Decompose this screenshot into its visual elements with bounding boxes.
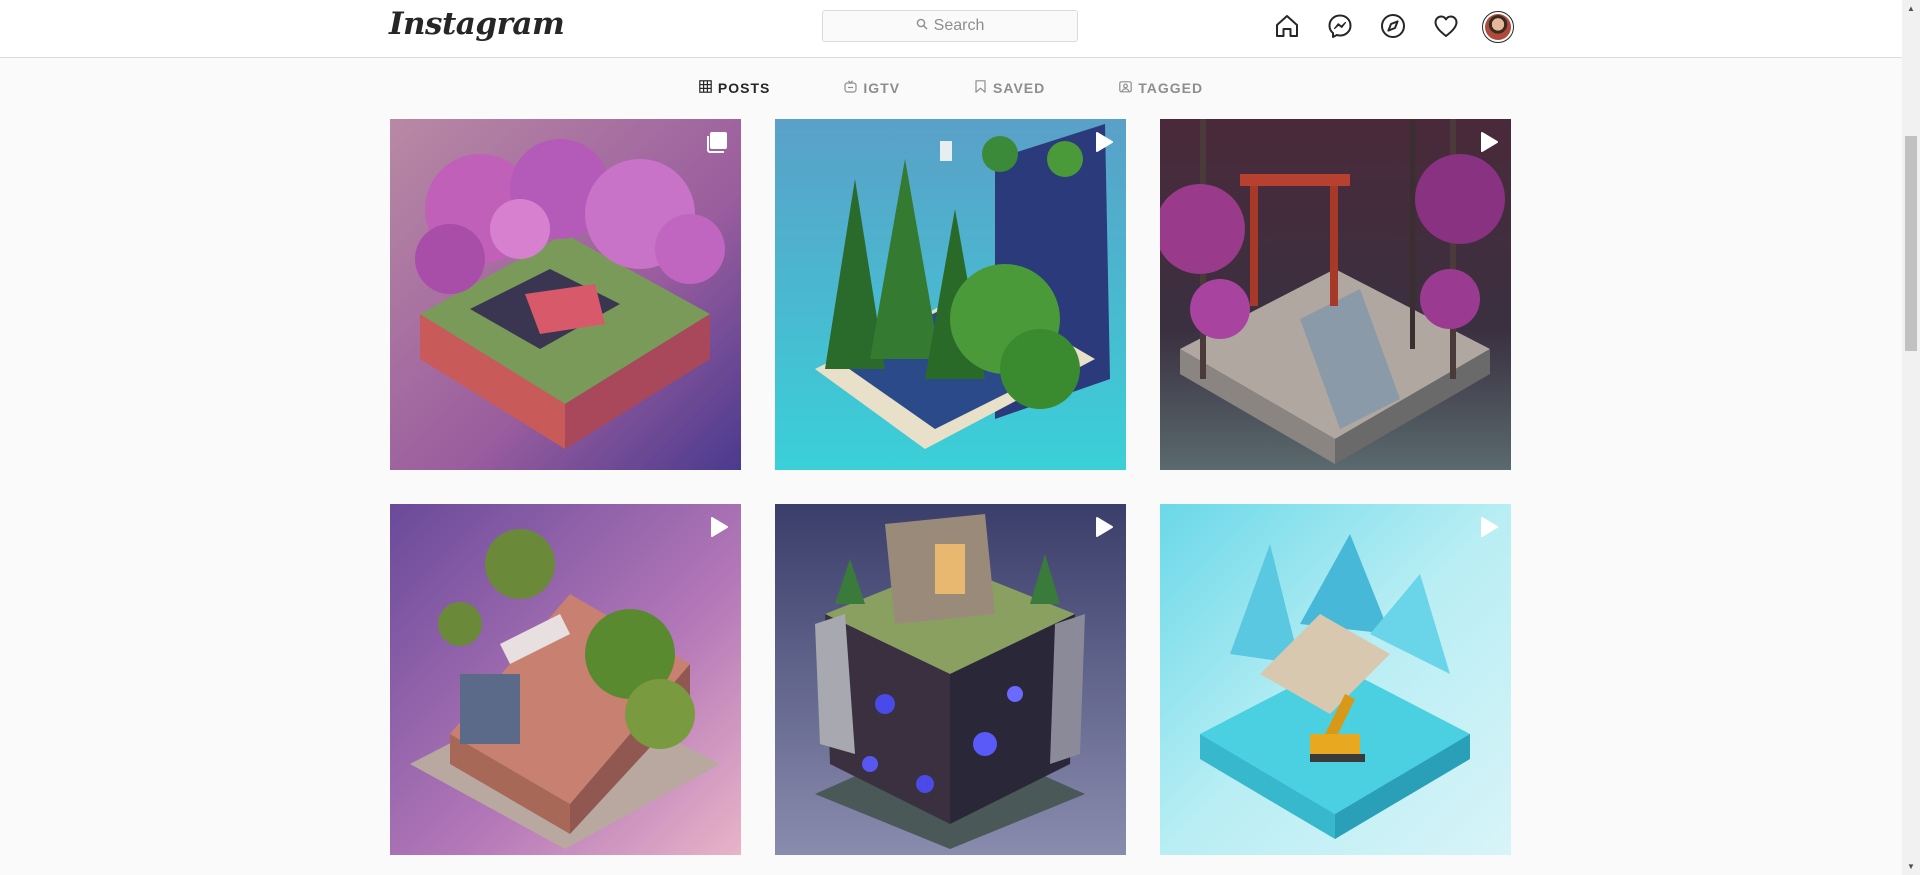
post-image [390,504,741,855]
posts-grid [390,119,1511,855]
post-image [775,119,1126,470]
explore-icon[interactable] [1378,11,1408,41]
tab-saved-label: SAVED [993,80,1046,96]
tab-tagged[interactable]: TAGGED [1119,78,1203,98]
instagram-logo[interactable]: Instagram [389,6,565,42]
post-thumbnail[interactable] [1160,504,1511,855]
post-thumbnail[interactable] [390,504,741,855]
post-image [1160,119,1511,470]
post-thumbnail[interactable] [775,119,1126,470]
play-icon [706,515,730,539]
tag-icon [1119,80,1133,96]
play-icon [1476,130,1500,154]
play-icon [1476,515,1500,539]
search-icon [916,17,928,35]
page-scrollbar[interactable]: ▲ ▼ [1902,0,1920,875]
search-placeholder: Search [933,17,985,34]
igtv-icon [844,80,857,96]
bookmark-icon [974,80,987,96]
search-input[interactable]: Search [822,10,1078,42]
carousel-icon [706,130,730,154]
tab-posts-label: POSTS [717,80,771,96]
post-image [1160,504,1511,855]
post-thumbnail[interactable] [775,504,1126,855]
tab-tagged-label: TAGGED [1138,80,1204,96]
grid-icon [699,80,712,96]
tab-posts[interactable]: POSTS [699,78,770,98]
tab-saved[interactable]: SAVED [974,78,1045,98]
scroll-up-arrow-icon[interactable]: ▲ [1902,0,1920,17]
nav-icons [1272,11,1514,43]
post-thumbnail[interactable] [1160,119,1511,470]
profile-avatar[interactable] [1482,11,1514,43]
scroll-down-arrow-icon[interactable]: ▼ [1902,858,1920,875]
post-image [390,119,741,470]
tab-igtv-label: IGTV [863,80,901,96]
top-navigation-bar: Instagram Search [0,0,1902,58]
post-image [775,504,1126,855]
profile-tabs: POSTS IGTV SAVED TAGGED [0,78,1902,98]
tab-igtv[interactable]: IGTV [844,78,900,98]
post-thumbnail[interactable] [390,119,741,470]
play-icon [1091,515,1115,539]
activity-heart-icon[interactable] [1431,11,1461,41]
play-icon [1091,130,1115,154]
avatar-image [1485,14,1511,40]
home-icon[interactable] [1272,11,1302,41]
messenger-icon[interactable] [1325,11,1355,41]
scrollbar-thumb[interactable] [1905,136,1917,351]
